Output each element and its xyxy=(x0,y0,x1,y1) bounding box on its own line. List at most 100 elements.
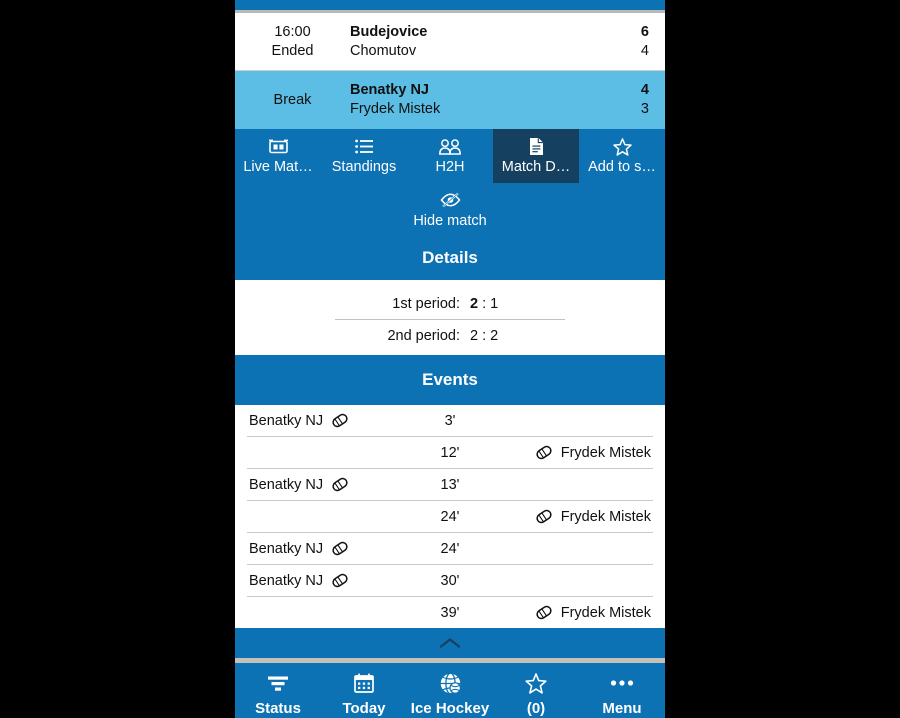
globe-icon xyxy=(439,672,462,695)
hockey-puck-icon xyxy=(534,508,554,525)
tab-label: Live Mat… xyxy=(243,159,313,175)
nav-item-today[interactable]: Today xyxy=(321,672,407,717)
nav-item-menu[interactable]: Menu xyxy=(579,672,665,717)
event-team-name: Benatky NJ xyxy=(249,572,324,589)
hockey-puck-icon xyxy=(330,540,350,557)
nav-item-status[interactable]: Status xyxy=(235,672,321,717)
nav-label: Today xyxy=(342,699,386,717)
tab-label: Standings xyxy=(331,159,397,175)
period-home-score: 2 xyxy=(470,295,479,312)
list-icon xyxy=(355,137,373,156)
match-teams: Benatky NJ Frydek Mistek xyxy=(350,81,609,119)
period-home-score: 2 xyxy=(470,327,479,344)
nav-label: (0) xyxy=(526,699,546,717)
event-row[interactable]: 39' Frydek Mistek xyxy=(235,597,665,628)
away-team-name: Frydek Mistek xyxy=(350,101,441,117)
nav-item-ice-hockey[interactable]: Ice Hockey xyxy=(407,672,493,717)
event-away-side: Frydek Mistek xyxy=(482,444,651,461)
event-team-name: Frydek Mistek xyxy=(560,604,651,621)
nav-label: Ice Hockey xyxy=(410,699,490,717)
hockey-puck-icon xyxy=(330,572,350,589)
period-label: 2nd period: xyxy=(387,327,460,344)
away-team-name: Chomutov xyxy=(350,42,417,59)
tab-h2h[interactable]: H2H xyxy=(407,129,493,183)
match-time: 16:00 xyxy=(274,23,311,40)
event-home-side: Benatky NJ xyxy=(249,572,418,589)
match-action-tabbar: Live Mat… Standings H2H Match D… Add to … xyxy=(235,129,665,183)
match-status: Ended xyxy=(271,42,314,59)
bottom-navigation-bar: Status Today Ice Hockey (0) Menu xyxy=(235,663,665,718)
event-minute: 30' xyxy=(440,572,460,589)
star-icon xyxy=(525,672,547,695)
home-score: 4 xyxy=(640,82,649,98)
document-icon xyxy=(529,137,544,156)
tab-standings[interactable]: Standings xyxy=(321,129,407,183)
nav-item-favourites[interactable]: (0) xyxy=(493,672,579,717)
period-row: 2nd period: 2 : 2 xyxy=(235,322,665,349)
event-team-name: Frydek Mistek xyxy=(560,508,651,525)
calendar-icon xyxy=(354,672,374,695)
event-row[interactable]: 12' Frydek Mistek xyxy=(235,437,665,468)
event-minute: 24' xyxy=(440,508,460,525)
tab-label: Add to s… xyxy=(588,159,656,175)
top-blue-strip xyxy=(235,0,665,10)
match-time-status: 16:00 Ended xyxy=(235,23,350,61)
period-score: 2 : 2 xyxy=(470,327,499,344)
hockey-puck-icon xyxy=(534,444,554,461)
event-team-name: Frydek Mistek xyxy=(560,444,651,461)
away-score: 3 xyxy=(640,101,649,117)
period-label: 1st period: xyxy=(392,295,460,312)
event-row[interactable]: 24' Frydek Mistek xyxy=(235,501,665,532)
event-minute: 13' xyxy=(440,476,460,493)
event-row[interactable]: Benatky NJ 13' xyxy=(235,469,665,500)
two-people-icon xyxy=(439,137,461,156)
event-row[interactable]: Benatky NJ 24' xyxy=(235,533,665,564)
tab-add-to-sound[interactable]: Add to s… xyxy=(579,129,665,183)
event-minute: 12' xyxy=(440,444,460,461)
event-team-name: Benatky NJ xyxy=(249,412,324,429)
hide-match-button[interactable]: Hide match xyxy=(235,183,665,235)
home-team-name: Budejovice xyxy=(350,23,428,40)
details-body: 1st period: 2 : 1 2nd period: 2 : 2 xyxy=(235,280,665,355)
period-away-score: 1 xyxy=(490,295,499,312)
period-divider xyxy=(335,319,565,320)
scoreboard-icon xyxy=(268,137,288,156)
event-row[interactable]: Benatky NJ 3' xyxy=(235,405,665,436)
tab-label: Match D… xyxy=(501,159,571,175)
event-away-side: Frydek Mistek xyxy=(482,508,651,525)
nav-label: Menu xyxy=(602,699,642,717)
event-home-side: Benatky NJ xyxy=(249,540,418,557)
event-row[interactable]: Benatky NJ 30' xyxy=(235,565,665,596)
tab-match-details[interactable]: Match D… xyxy=(493,129,579,183)
hockey-puck-icon xyxy=(330,476,350,493)
details-section-header: Details xyxy=(235,235,665,280)
collapse-panel-button[interactable] xyxy=(235,628,665,658)
tab-label: H2H xyxy=(435,159,465,175)
event-team-name: Benatky NJ xyxy=(249,476,324,493)
mobile-app-screen: 16:00 Ended Budejovice Chomutov 6 4 Brea… xyxy=(235,0,665,718)
filter-icon xyxy=(267,672,289,695)
eye-slash-icon xyxy=(440,190,461,210)
match-status: Break xyxy=(273,91,312,108)
events-list: Benatky NJ 3' 12' Frydek Mistek Benatky NJ 13… xyxy=(235,405,665,628)
chevron-up-icon xyxy=(439,637,461,649)
event-away-side: Frydek Mistek xyxy=(482,604,651,621)
event-home-side: Benatky NJ xyxy=(249,476,418,493)
tab-live-matches[interactable]: Live Mat… xyxy=(235,129,321,183)
event-minute: 3' xyxy=(444,412,456,429)
period-away-score: 2 xyxy=(490,327,499,344)
hide-match-label: Hide match xyxy=(413,212,487,229)
events-section-header: Events xyxy=(235,355,665,405)
match-row-selected[interactable]: Break Benatky NJ Frydek Mistek 4 3 xyxy=(235,71,665,129)
hockey-puck-icon xyxy=(534,604,554,621)
match-scores: 4 3 xyxy=(609,81,649,119)
nav-label: Status xyxy=(255,699,301,717)
match-teams: Budejovice Chomutov xyxy=(350,23,609,61)
event-home-side: Benatky NJ xyxy=(249,412,418,429)
period-score: 2 : 1 xyxy=(470,295,499,312)
event-minute: 39' xyxy=(440,604,460,621)
ellipsis-icon xyxy=(610,672,634,695)
match-row[interactable]: 16:00 Ended Budejovice Chomutov 6 4 xyxy=(235,13,665,70)
home-team-name: Benatky NJ xyxy=(350,82,429,98)
event-minute: 24' xyxy=(440,540,460,557)
